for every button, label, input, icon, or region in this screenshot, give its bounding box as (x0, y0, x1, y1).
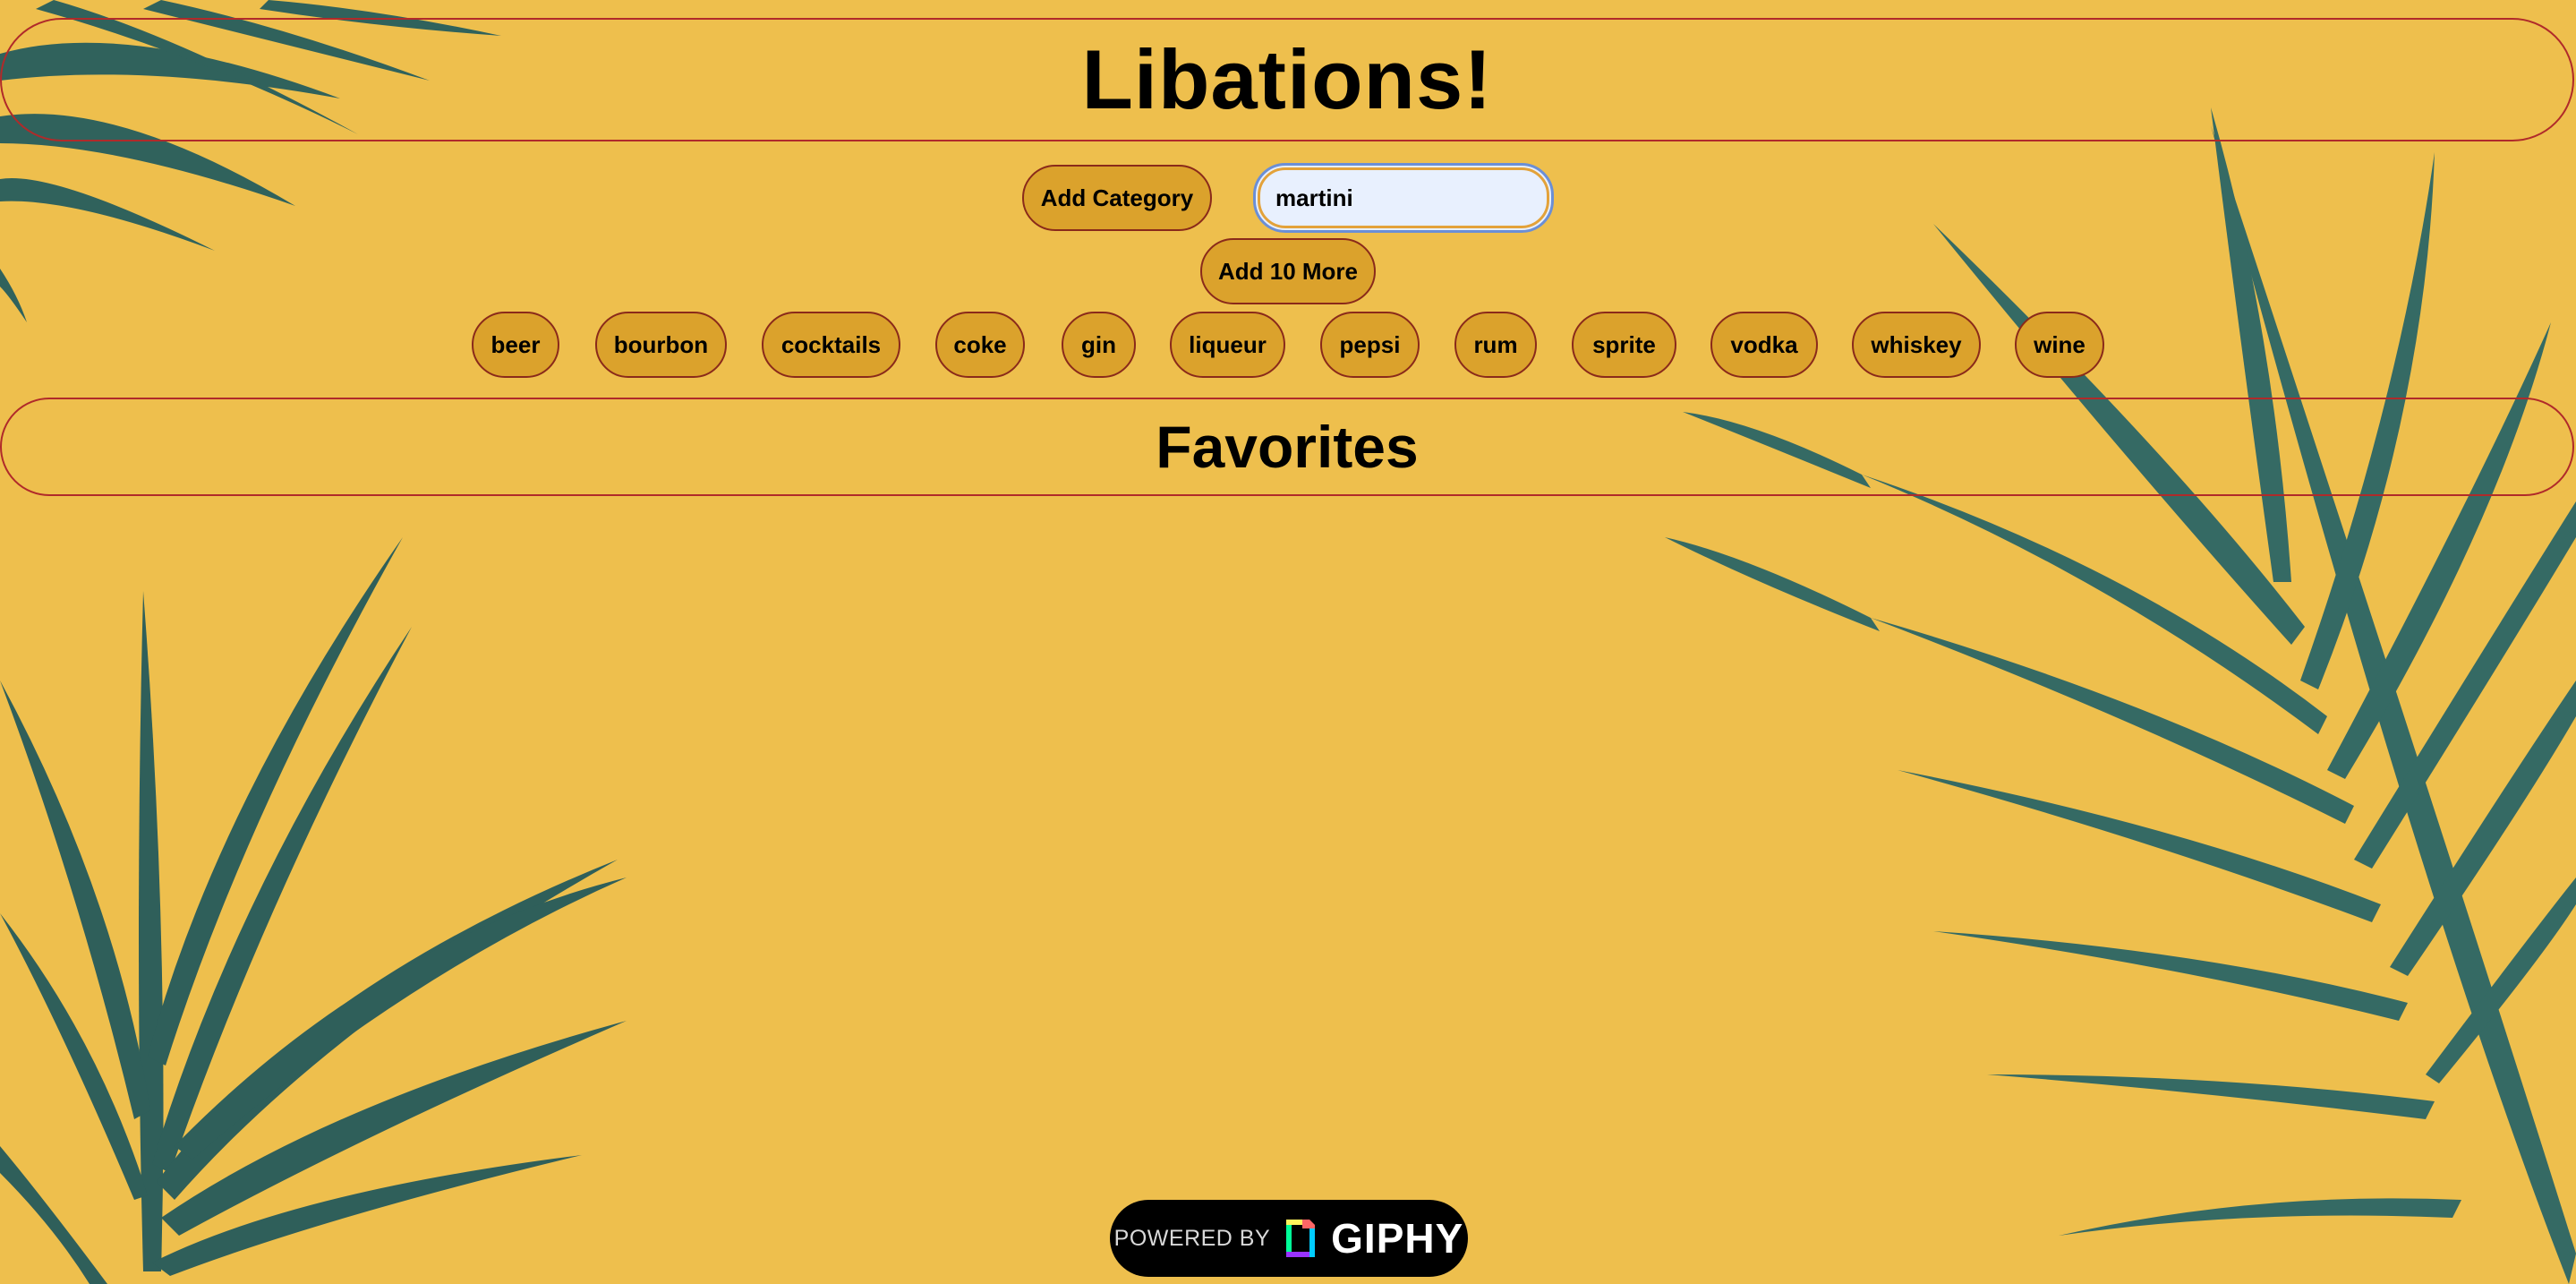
powered-by-label: POWERED BY (1113, 1225, 1271, 1251)
category-button-whiskey[interactable]: whiskey (1852, 312, 1981, 378)
category-button-cocktails[interactable]: cocktails (762, 312, 900, 378)
giphy-logo-icon (1283, 1216, 1318, 1261)
category-buttons: beer bourbon cocktails coke gin liqueur … (0, 312, 2576, 378)
add-category-button[interactable]: Add Category (1022, 165, 1212, 231)
category-button-rum[interactable]: rum (1454, 312, 1537, 378)
favorites-banner: Favorites (0, 398, 2574, 496)
favorites-title: Favorites (1156, 414, 1419, 480)
app-container: Libations! Add Category Add 10 More beer… (0, 0, 2576, 1284)
category-button-pepsi[interactable]: pepsi (1320, 312, 1420, 378)
category-button-sprite[interactable]: sprite (1572, 312, 1676, 378)
category-button-gin[interactable]: gin (1062, 312, 1136, 378)
category-button-liqueur[interactable]: liqueur (1170, 312, 1285, 378)
add-10-more-button[interactable]: Add 10 More (1200, 238, 1376, 304)
category-button-bourbon[interactable]: bourbon (595, 312, 727, 378)
category-button-beer[interactable]: beer (472, 312, 559, 378)
giphy-brand-label: GIPHY (1331, 1215, 1464, 1262)
header-banner: Libations! (0, 18, 2574, 141)
powered-by-giphy-badge[interactable]: POWERED BY GIPHY (1110, 1200, 1468, 1277)
page-title: Libations! (1081, 32, 1493, 126)
category-button-coke[interactable]: coke (935, 312, 1025, 378)
category-button-wine[interactable]: wine (2015, 312, 2104, 378)
category-button-vodka[interactable]: vodka (1710, 312, 1818, 378)
category-input[interactable] (1253, 163, 1554, 233)
